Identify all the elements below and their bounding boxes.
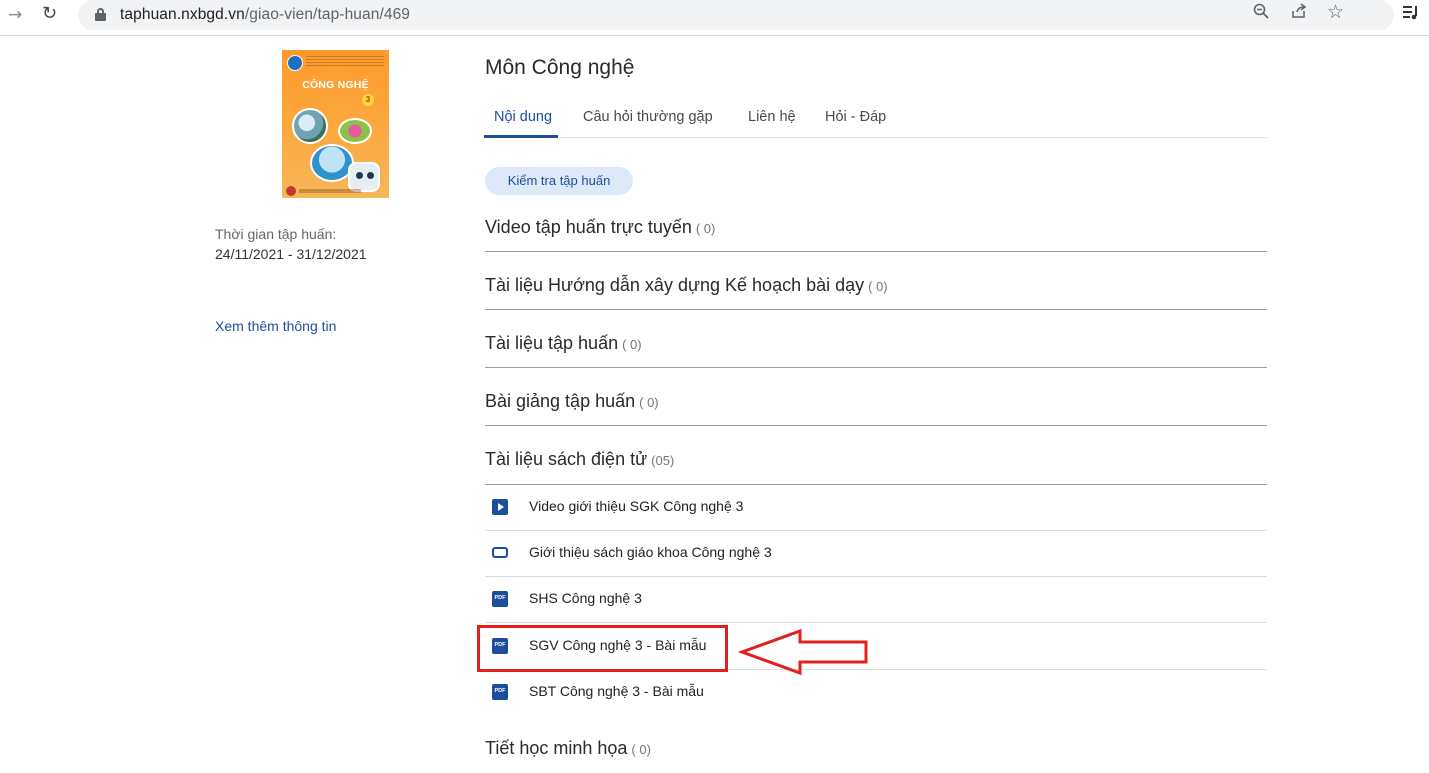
section-divider xyxy=(485,425,1267,426)
tab-qa[interactable]: Hỏi - Đáp xyxy=(825,109,886,125)
pdf-icon: PDF xyxy=(492,591,508,607)
document-label[interactable]: SHS Công nghệ 3 xyxy=(529,590,642,606)
tab-contact[interactable]: Liên hệ xyxy=(748,109,796,125)
active-tab-indicator xyxy=(484,135,558,138)
document-item[interactable]: Video giới thiệu SGK Công nghệ 3 xyxy=(485,492,1267,522)
training-time-value: 24/11/2021 - 31/12/2021 xyxy=(215,246,367,262)
highlight-box xyxy=(477,625,728,672)
section-title: Bài giảng tập huấn xyxy=(485,391,636,411)
document-item[interactable]: PDF SHS Công nghệ 3 xyxy=(485,584,1267,614)
pointer-arrow-icon xyxy=(738,628,868,676)
publisher-logo xyxy=(287,55,303,71)
section-count: ( 0) xyxy=(631,742,651,757)
lock-icon[interactable] xyxy=(95,8,106,21)
tab-faq[interactable]: Câu hỏi thường gặp xyxy=(583,109,713,125)
section-divider xyxy=(485,309,1267,310)
check-training-button[interactable]: Kiểm tra tập huấn xyxy=(485,167,633,195)
section-lesson-plan-guide[interactable]: Tài liệu Hướng dẫn xây dựng Kế hoạch bài… xyxy=(485,275,1267,296)
section-title: Tài liệu sách điện tử xyxy=(485,449,648,469)
zoom-icon[interactable] xyxy=(1253,3,1269,24)
section-divider xyxy=(485,367,1267,368)
item-divider xyxy=(485,576,1267,577)
page-title: Môn Công nghệ xyxy=(485,56,635,79)
forward-icon[interactable]: → xyxy=(8,5,22,25)
section-training-documents[interactable]: Tài liệu tập huấn( 0) xyxy=(485,333,1267,354)
play-video-icon xyxy=(492,499,508,515)
section-online-video[interactable]: Video tập huấn trực tuyến( 0) xyxy=(485,217,1267,238)
document-label[interactable]: SBT Công nghệ 3 - Bài mẫu xyxy=(529,683,704,699)
section-divider xyxy=(485,251,1267,252)
section-count: ( 0) xyxy=(868,279,888,294)
section-title: Tài liệu Hướng dẫn xây dựng Kế hoạch bài… xyxy=(485,275,865,295)
section-count: ( 0) xyxy=(639,395,659,410)
section-ebook-documents[interactable]: Tài liệu sách điện tử (05) xyxy=(485,449,1267,470)
reload-icon[interactable]: ↻ xyxy=(42,3,57,24)
section-sample-lessons[interactable]: Tiết học minh họa( 0) xyxy=(485,738,1267,759)
bookmark-star-icon[interactable]: ☆ xyxy=(1327,1,1344,23)
browser-toolbar: → ↻ taphuan.nxbgd.vn/giao-vien/tap-huan/… xyxy=(0,0,1429,36)
section-count: (05) xyxy=(651,453,675,468)
tab-bar: Nội dung Câu hỏi thường gặp Liên hệ Hỏi … xyxy=(484,106,1268,138)
section-count: ( 0) xyxy=(695,221,716,236)
reading-list-icon[interactable] xyxy=(1402,4,1420,24)
document-item[interactable]: PDF SBT Công nghệ 3 - Bài mẫu xyxy=(485,677,1267,707)
ebook-icon xyxy=(492,547,508,558)
training-time-label: Thời gian tập huấn: xyxy=(215,226,337,242)
book-cover-image: CÔNG NGHỆ 3 xyxy=(282,50,389,198)
item-divider xyxy=(485,530,1267,531)
document-label[interactable]: Video giới thiệu SGK Công nghệ 3 xyxy=(529,498,743,514)
more-info-link[interactable]: Xem thêm thông tin xyxy=(215,318,336,334)
cover-grade: 3 xyxy=(362,94,374,106)
section-title: Video tập huấn trực tuyến xyxy=(485,217,692,237)
section-divider xyxy=(485,484,1267,485)
section-count: ( 0) xyxy=(622,337,642,352)
share-icon[interactable] xyxy=(1291,3,1307,24)
address-bar[interactable]: taphuan.nxbgd.vn/giao-vien/tap-huan/469 … xyxy=(78,0,1394,30)
document-item[interactable]: Giới thiệu sách giáo khoa Công nghệ 3 xyxy=(485,538,1267,568)
pdf-icon: PDF xyxy=(492,684,508,700)
url-text[interactable]: taphuan.nxbgd.vn/giao-vien/tap-huan/469 xyxy=(120,6,410,24)
robot-illustration xyxy=(348,162,380,192)
cover-title: CÔNG NGHỆ xyxy=(302,79,369,91)
tab-content[interactable]: Nội dung xyxy=(494,109,552,125)
document-label[interactable]: Giới thiệu sách giáo khoa Công nghệ 3 xyxy=(529,544,772,560)
section-title: Tiết học minh họa xyxy=(485,738,628,758)
section-training-lectures[interactable]: Bài giảng tập huấn( 0) xyxy=(485,391,1267,412)
item-divider xyxy=(485,622,1267,623)
section-title: Tài liệu tập huấn xyxy=(485,333,619,353)
